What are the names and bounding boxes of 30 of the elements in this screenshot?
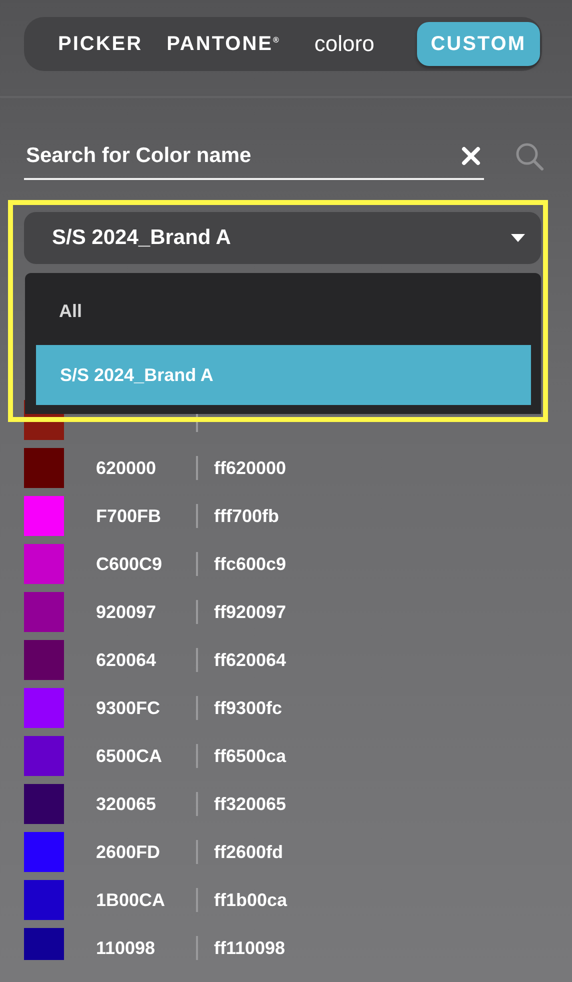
color-code: 920097: [96, 601, 158, 624]
color-code: 6500CA: [96, 745, 164, 768]
color-code: 620064: [96, 649, 158, 672]
hex-value: ff620064: [214, 649, 286, 672]
caret-icon: [511, 234, 525, 242]
hex-value: ff620000: [214, 457, 286, 480]
dropdown[interactable]: S/S 2024_Brand A: [24, 212, 541, 264]
color-code: 1B00CA: [96, 889, 166, 912]
search-field[interactable]: Search for Color name: [24, 134, 484, 180]
color-code: 9300FC: [96, 697, 162, 720]
color-code: F700FB: [96, 505, 162, 528]
color-code: 320065: [96, 793, 158, 816]
color-code: 2600FD: [96, 841, 162, 864]
tab[interactable]: coloro: [302, 22, 386, 66]
color-code: 110098: [96, 937, 156, 960]
hex-value: ff9300fc: [214, 697, 282, 720]
color-code: 620000: [96, 457, 158, 480]
tab[interactable]: PICKER: [46, 22, 155, 66]
hex-value: ff320065: [214, 793, 286, 816]
hex-value: ff2600fd: [214, 841, 284, 864]
hex-value: ff1b00ca: [214, 889, 288, 912]
tab[interactable]: PANTONE$^{®}$: [154, 22, 292, 66]
hex-value: ffc600c9: [214, 553, 286, 576]
hex-value: ff920097: [214, 601, 286, 624]
hex-value: ff110098: [214, 937, 286, 960]
color-code: C600C9: [96, 553, 164, 576]
hex-value: fff700fb: [214, 505, 280, 528]
clear-icon[interactable]: [461, 146, 481, 166]
hex-value: ff6500ca: [214, 745, 286, 768]
menu-item[interactable]: All: [36, 291, 531, 331]
